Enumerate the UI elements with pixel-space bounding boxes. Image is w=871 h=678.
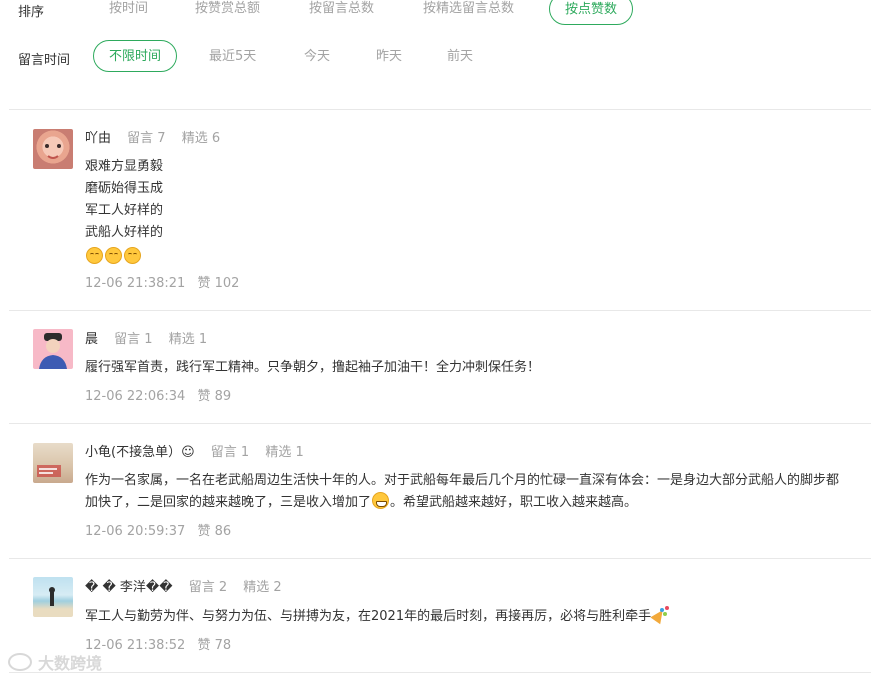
avatar[interactable] <box>33 443 73 483</box>
comment-line: 军工人好样的 <box>85 203 164 218</box>
comment-count: 留言 1 <box>210 445 250 460</box>
comment-count: 留言 7 <box>127 131 166 146</box>
comment-text: 艰难方显勇毅 磨砺始得玉成 军工人好样的 武船人好样的 <box>85 156 845 268</box>
time-option-yesterday[interactable]: 昨天 <box>376 41 402 73</box>
kiss-face-icon <box>105 247 122 264</box>
comment-text-part: 军工人与勤劳为伴、与努力为伍、与拼搏为友，在2021年的最后时刻，再接再厉，必将… <box>85 609 652 624</box>
sort-option-time[interactable]: 按时间 <box>109 0 148 25</box>
comment-time: 12-06 21:38:21 <box>85 276 186 291</box>
comment-count: 留言 1 <box>114 332 153 347</box>
commenter-name[interactable]: 晨 <box>85 332 98 347</box>
commenter-name[interactable]: � � 李洋�� <box>85 580 173 595</box>
sort-option-featured-total[interactable]: 按精选留言总数 <box>423 0 514 25</box>
avatar[interactable] <box>33 329 73 369</box>
comment-line: 艰难方显勇毅 <box>85 159 164 174</box>
party-popper-icon <box>652 605 670 623</box>
featured-count: 精选 1 <box>265 445 304 460</box>
commenter-name[interactable]: 吖由 <box>85 131 111 146</box>
featured-count: 精选 6 <box>181 131 221 146</box>
commenter-name[interactable]: 小龟(不接急单）☺ <box>85 445 195 460</box>
comment-line: 武船人好样的 <box>85 225 164 240</box>
watermark-text: 大数跨境 <box>38 654 103 673</box>
sort-label: 排序 <box>18 5 45 20</box>
comment-time: 12-06 22:06:34 <box>85 389 186 404</box>
divider <box>9 672 871 673</box>
sort-option-comment-total[interactable]: 按留言总数 <box>309 0 374 25</box>
time-option-all[interactable]: 不限时间 <box>93 40 178 72</box>
featured-count: 精选 2 <box>243 580 282 595</box>
avatar[interactable] <box>33 129 73 169</box>
comment-text: 作为一名家属，一名在老武船周边生活快十年的人。对于武船每年最后几个月的忙碌一直深… <box>85 470 845 514</box>
kiss-face-icon <box>124 247 141 264</box>
comment-line: 磨砺始得玉成 <box>85 181 164 196</box>
comment-text: 履行强军首责，践行军工精神。只争朝夕，撸起袖子加油干！全力冲刺保任务！ <box>85 360 541 375</box>
like-count[interactable]: 赞 78 <box>197 638 231 653</box>
comment-time: 12-06 20:59:37 <box>85 524 186 539</box>
sort-option-likes[interactable]: 按点赞数 <box>549 0 634 25</box>
like-count[interactable]: 赞 89 <box>197 389 231 404</box>
watermark-logo-icon <box>8 653 32 671</box>
divider <box>9 109 871 110</box>
divider <box>9 558 871 559</box>
sort-option-reward-total[interactable]: 按赞赏总额 <box>195 0 260 25</box>
time-option-day-before[interactable]: 前天 <box>447 41 473 73</box>
like-count[interactable]: 赞 86 <box>197 524 231 539</box>
time-option-today[interactable]: 今天 <box>304 41 330 73</box>
divider <box>9 423 871 424</box>
watermark: 大数跨境 <box>8 650 102 674</box>
time-option-last-5-days[interactable]: 最近5天 <box>209 41 256 73</box>
avatar[interactable] <box>33 577 73 617</box>
time-filter-label: 留言时间 <box>18 53 71 68</box>
grin-face-icon <box>372 492 390 509</box>
divider <box>9 310 871 311</box>
comment-text-part: 。希望武船越来越好，职工收入越来越高。 <box>390 495 638 510</box>
featured-count: 精选 1 <box>168 332 208 347</box>
kiss-face-icon <box>86 247 103 264</box>
like-count[interactable]: 赞 102 <box>197 276 239 291</box>
comment-count: 留言 2 <box>188 580 228 595</box>
comment-text: 军工人与勤劳为伴、与努力为伍、与拼搏为友，在2021年的最后时刻，再接再厉，必将… <box>85 605 845 628</box>
